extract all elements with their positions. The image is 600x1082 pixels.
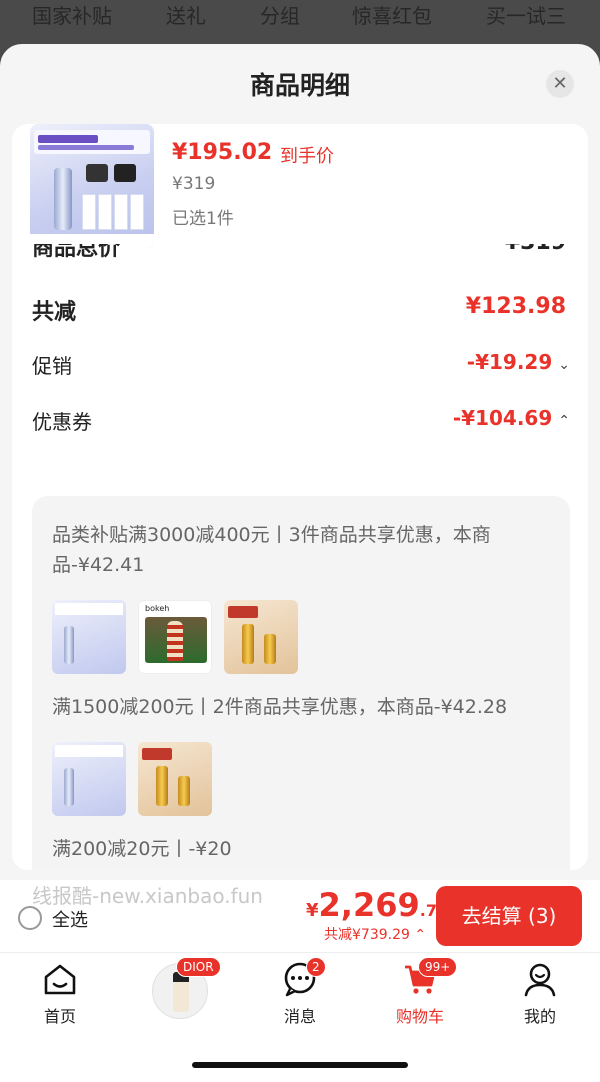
checkout-button[interactable]: 去结算 (3): [436, 886, 582, 946]
select-all-label[interactable]: 全选: [52, 906, 88, 932]
nav-item-group[interactable]: 分组: [260, 0, 300, 29]
chevron-down-icon: ⌄: [558, 357, 570, 373]
checkout-bar: 线报酷-new.xianbao.fun 全选 ¥2,269.71 共减¥739.…: [0, 880, 600, 952]
coupon-2-product-a[interactable]: [52, 742, 126, 816]
detail-card: ¥195.02 到手价 ¥319 已选1件 商品总价 ¥319 共减 ¥123.…: [12, 124, 588, 870]
coupon-label: 优惠券: [32, 410, 92, 434]
detail-sheet: 商品明细 ✕ ¥195.02 到手价 ¥319 已选1件 商品总价 ¥319 共…: [0, 44, 600, 880]
promo-value: -¥19.29: [466, 350, 553, 374]
chevron-up-icon: ⌃: [558, 413, 570, 429]
nav-item-try[interactable]: 买一试三: [486, 0, 566, 29]
coupon-1-line-2: 品-¥42.41: [52, 554, 145, 576]
total-price-label: 商品总价: [32, 244, 121, 258]
tab-home-label: 首页: [43, 1007, 76, 1026]
tab-messages-label: 消息: [283, 1007, 316, 1026]
tab-messages[interactable]: 消息: [260, 961, 340, 1027]
nav-item-gift[interactable]: 送礼: [166, 0, 206, 29]
total-row-partial: 商品总价 ¥319: [12, 244, 588, 258]
reduction-label: 共减: [32, 300, 77, 325]
coupon-1-product-b[interactable]: bokeh: [138, 600, 212, 674]
final-price-label: 到手价: [280, 146, 334, 167]
promo-label: 促销: [32, 354, 72, 378]
product-thumbnail[interactable]: [30, 124, 154, 248]
coupon-details: 品类补贴满3000减400元丨3件商品共享优惠，本商 品-¥42.41 boke…: [32, 496, 570, 870]
coupon-row-toggle[interactable]: -¥104.69 ⌃: [453, 406, 570, 430]
coupon-3-text: 满200减20元丨-¥20: [52, 838, 232, 860]
coupon-1-line-1: 品类补贴满3000减400元丨3件商品共享优惠，本商: [52, 524, 491, 546]
tab-me[interactable]: 我的: [500, 961, 580, 1027]
final-price: ¥195.02: [172, 140, 273, 165]
original-price: ¥319: [172, 174, 216, 194]
tab-cart-label: 购物车: [395, 1007, 444, 1026]
nav-item-red-packet[interactable]: 惊喜红包: [352, 0, 432, 29]
home-icon: [44, 964, 76, 995]
home-indicator: [192, 1062, 408, 1068]
coupon-2-text: 满1500减200元丨2件商品共享优惠，本商品-¥42.28: [52, 696, 508, 718]
tab-home[interactable]: 首页: [20, 961, 100, 1027]
coupon-2-product-b[interactable]: [138, 742, 212, 816]
watermark: 线报酷-new.xianbao.fun: [32, 884, 263, 908]
promo-row-toggle[interactable]: -¥19.29 ⌄: [467, 350, 570, 374]
cart-total: ¥2,269.71: [306, 886, 449, 924]
profile-icon: [524, 963, 556, 997]
nav-item-subsidy[interactable]: 国家补贴: [32, 0, 112, 29]
close-icon[interactable]: ✕: [546, 70, 574, 98]
total-price-value: ¥319: [505, 244, 566, 255]
coupon-value: -¥104.69: [452, 406, 553, 430]
coupon-1-product-a[interactable]: [52, 600, 126, 674]
product-b-brand: bokeh: [145, 604, 170, 613]
messages-badge: 2: [306, 957, 326, 977]
cart-badge: 99+: [418, 957, 458, 977]
coupon-1-product-c[interactable]: [224, 600, 298, 674]
cart-total-integer: 2,269: [318, 886, 420, 924]
tab-me-label: 我的: [523, 1007, 556, 1026]
dior-badge: DIOR: [176, 957, 221, 977]
total-saved-toggle[interactable]: 共减¥739.29 ⌃: [324, 924, 426, 944]
sheet-title: 商品明细: [249, 71, 350, 100]
chevron-up-icon: ⌃: [414, 927, 427, 943]
reduction-value: ¥123.98: [465, 294, 566, 319]
selected-count: 已选1件: [172, 209, 234, 229]
total-saved-text: 共减¥739.29: [324, 927, 410, 943]
select-all-checkbox[interactable]: [18, 906, 42, 930]
